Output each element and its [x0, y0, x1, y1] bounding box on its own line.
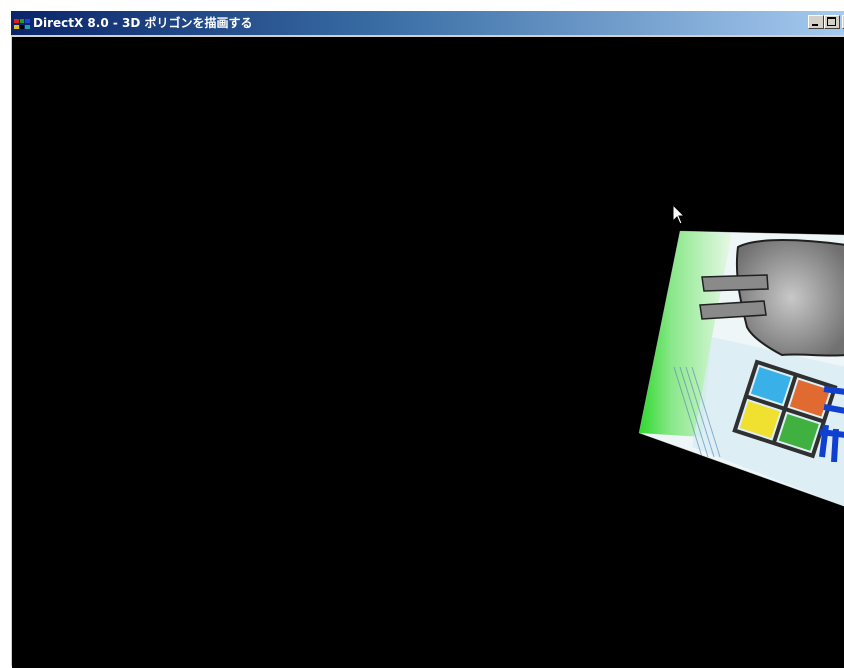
maximize-icon — [827, 17, 836, 26]
minimize-icon — [812, 24, 818, 26]
minimize-button[interactable] — [808, 15, 824, 29]
maximize-button[interactable] — [824, 15, 840, 29]
title-bar[interactable]: DirectX 8.0 - 3D ポリゴンを描画する — [11, 11, 844, 35]
textured-quad-polygon — [639, 231, 844, 507]
scene-canvas — [638, 230, 844, 507]
caption-buttons — [808, 15, 844, 31]
arrow-cursor-icon — [672, 204, 686, 225]
direct3d-viewport[interactable] — [12, 37, 844, 668]
app-window: DirectX 8.0 - 3D ポリゴンを描画する — [9, 9, 844, 668]
directx-app-icon[interactable] — [14, 16, 30, 30]
window-title: DirectX 8.0 - 3D ポリゴンを描画する — [33, 16, 253, 30]
